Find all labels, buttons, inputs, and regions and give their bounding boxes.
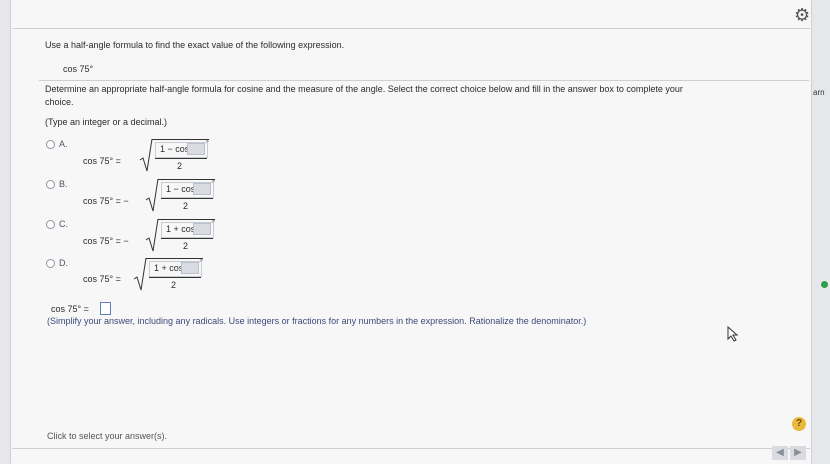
sqrt-icon: [145, 178, 159, 212]
gear-icon[interactable]: ⚙: [794, 5, 810, 26]
sqrt-icon: [145, 218, 159, 252]
numerator: 1 − cos: [160, 144, 190, 154]
prev-button[interactable]: ◀: [772, 446, 788, 460]
angle-input[interactable]: [181, 262, 199, 274]
type-hint: (Type an integer or a decimal.): [45, 117, 168, 127]
degree-symbol: °: [212, 180, 215, 187]
choice-label: A.: [59, 139, 68, 149]
divider: [39, 80, 809, 81]
numerator: 1 + cos: [166, 224, 196, 234]
angle-input[interactable]: [193, 223, 211, 235]
choice-c-sqrt: 1 + cos ° 2: [145, 218, 215, 252]
radio-icon[interactable]: [46, 139, 55, 149]
angle-input[interactable]: [187, 143, 205, 155]
degree-symbol: °: [212, 220, 215, 227]
choice-d-lhs: cos 75° =: [83, 274, 121, 284]
choice-b-lhs: cos 75° = −: [83, 196, 129, 206]
choice-d-radio[interactable]: D.: [46, 258, 68, 268]
sqrt-icon: [139, 138, 153, 172]
answer-hint: (Simplify your answer, including any rad…: [47, 316, 587, 326]
denominator: 2: [177, 161, 183, 171]
question-panel: ⚙ Use a half-angle formula to find the e…: [10, 0, 812, 464]
choice-label: D.: [59, 258, 68, 268]
denominator: 2: [183, 241, 189, 251]
task-text: Determine an appropriate half-angle form…: [45, 84, 683, 94]
choice-a-radio[interactable]: A.: [46, 139, 68, 149]
divider: [12, 448, 810, 449]
radio-icon[interactable]: [46, 179, 55, 189]
choice-label: B.: [59, 179, 68, 189]
click-to-select-text: Click to select your answer(s).: [47, 431, 168, 441]
choice-label: C.: [59, 219, 68, 229]
instruction-text: Use a half-angle formula to find the exa…: [45, 40, 345, 50]
denominator: 2: [183, 201, 189, 211]
status-dot: [821, 281, 828, 288]
next-button[interactable]: ▶: [790, 446, 806, 460]
expression: cos 75°: [63, 64, 94, 74]
radio-icon[interactable]: [46, 258, 55, 268]
choice-d-sqrt: 1 + cos ° 2: [133, 257, 203, 291]
sqrt-icon: [133, 257, 147, 291]
cursor-icon: [727, 326, 739, 342]
numerator: 1 + cos: [154, 263, 184, 273]
answer-input[interactable]: [100, 302, 111, 315]
choice-c-lhs: cos 75° = −: [83, 236, 129, 246]
degree-symbol: °: [206, 140, 209, 147]
choice-b-sqrt: 1 − cos ° 2: [145, 178, 215, 212]
numerator: 1 − cos: [166, 184, 196, 194]
side-panel-text: arn: [813, 88, 825, 97]
degree-symbol: °: [200, 259, 203, 266]
choice-a-lhs: cos 75° =: [83, 156, 121, 166]
denominator: 2: [171, 280, 177, 290]
answer-lhs: cos 75° =: [51, 304, 89, 314]
angle-input[interactable]: [193, 183, 211, 195]
choice-c-radio[interactable]: C.: [46, 219, 68, 229]
divider: [12, 28, 810, 29]
radio-icon[interactable]: [46, 219, 55, 229]
task-text-cont: choice.: [45, 97, 74, 107]
choice-b-radio[interactable]: B.: [46, 179, 68, 189]
help-icon[interactable]: ?: [792, 417, 806, 431]
choice-a-sqrt: 1 − cos ° 2: [139, 138, 209, 172]
